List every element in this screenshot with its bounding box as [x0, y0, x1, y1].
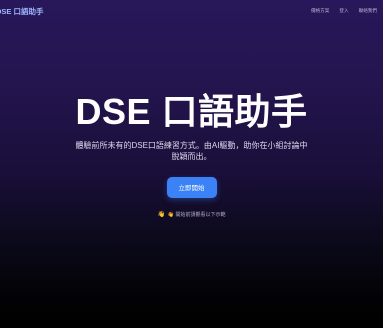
hero-subtitle: 體驗前所未有的DSE口語練習方式。由AI驅動，助你在小組討論中脫穎而出。 [75, 140, 308, 161]
waving-hand-icon: 👋 [157, 211, 165, 218]
brand-logo-text[interactable]: DSE 口語助手 [0, 6, 44, 17]
top-nav: DSE 口語助手 價格方案 登入 聯絡我們 [0, 0, 383, 22]
nav-link-login[interactable]: 登入 [339, 8, 348, 14]
nav-link-pricing[interactable]: 價格方案 [311, 8, 329, 14]
nav-links: 價格方案 登入 聯絡我們 [311, 8, 377, 14]
hero-title: DSE 口語助手 [75, 91, 308, 132]
demo-hint-text: 👋 開始前請觀看以下示範 [167, 211, 226, 218]
demo-hint: 👋 👋 開始前請觀看以下示範 [157, 211, 225, 218]
nav-link-contact[interactable]: 聯絡我們 [359, 8, 377, 14]
hero-section: DSE 口語助手 體驗前所未有的DSE口語練習方式。由AI驅動，助你在小組討論中… [0, 92, 383, 218]
start-now-button[interactable]: 立即開始 [166, 176, 217, 198]
